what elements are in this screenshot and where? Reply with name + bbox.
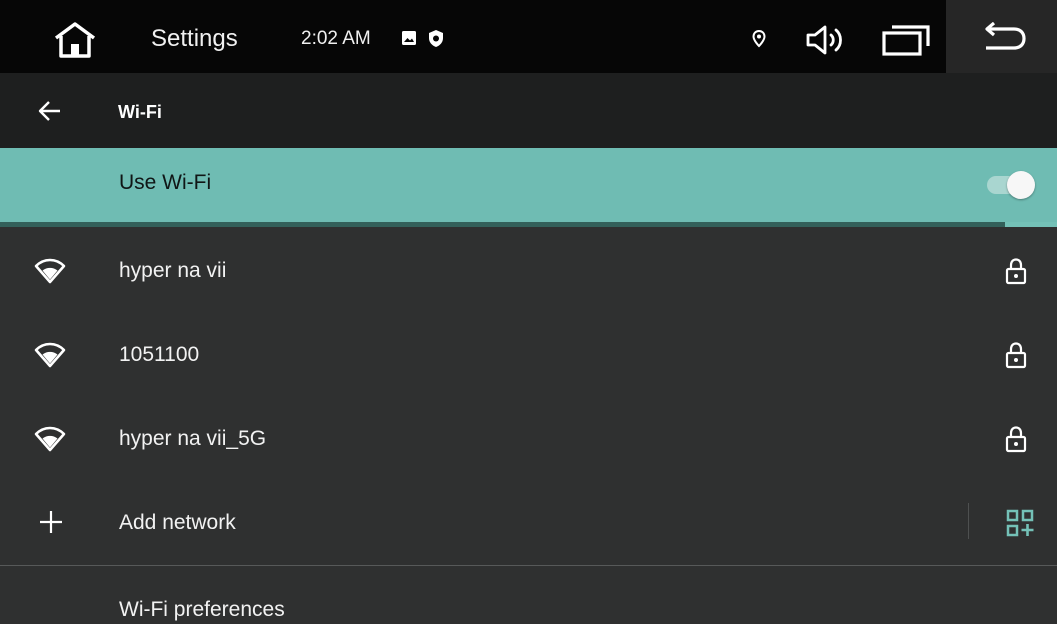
back-button[interactable]: [946, 0, 1057, 73]
divider: [968, 503, 969, 539]
wifi-preferences-row[interactable]: Wi-Fi preferences: [0, 566, 1057, 624]
add-network-label: Add network: [119, 511, 236, 534]
lock-icon: [1005, 257, 1027, 290]
lock-icon: [1005, 341, 1027, 374]
plus-icon: [39, 510, 63, 539]
add-network-row[interactable]: Add network: [0, 481, 1057, 565]
wifi-preferences-label: Wi-Fi preferences: [119, 598, 285, 621]
use-wifi-row[interactable]: Use Wi-Fi: [0, 148, 1057, 222]
arrow-left-icon[interactable]: [38, 100, 62, 127]
status-app-name: Settings: [151, 25, 238, 52]
recents-icon[interactable]: [880, 24, 932, 56]
status-time: 2:02 AM: [301, 28, 371, 49]
image-icon: [401, 30, 417, 46]
home-icon[interactable]: [48, 20, 102, 60]
progress-indicator: [1005, 222, 1057, 227]
wifi-signal-icon: [34, 341, 66, 374]
use-wifi-label: Use Wi-Fi: [119, 171, 212, 194]
network-ssid: hyper na vii: [119, 259, 227, 282]
back-icon: [985, 22, 1026, 50]
wifi-toggle-switch[interactable]: [985, 171, 1039, 199]
page-title: Wi-Fi: [118, 102, 162, 122]
network-item[interactable]: hyper na vii: [0, 229, 1057, 313]
lock-icon: [1005, 425, 1027, 458]
scan-progress-bar: [0, 222, 1057, 227]
network-ssid: 1051100: [119, 343, 200, 366]
shield-icon: [428, 29, 444, 48]
location-icon: [751, 29, 767, 49]
qr-scan-icon[interactable]: [1006, 509, 1034, 542]
wifi-signal-icon: [34, 257, 66, 290]
volume-icon[interactable]: [805, 24, 849, 56]
wifi-signal-icon: [34, 425, 66, 458]
switch-thumb: [1007, 171, 1035, 199]
network-ssid: hyper na vii_5G: [119, 427, 267, 450]
status-bar: Settings 2:02 AM: [0, 0, 1057, 73]
app-bar: Wi-Fi: [0, 73, 1057, 148]
network-item[interactable]: hyper na vii_5G: [0, 397, 1057, 481]
progress-track: [0, 222, 1005, 227]
network-item[interactable]: 1051100: [0, 313, 1057, 397]
